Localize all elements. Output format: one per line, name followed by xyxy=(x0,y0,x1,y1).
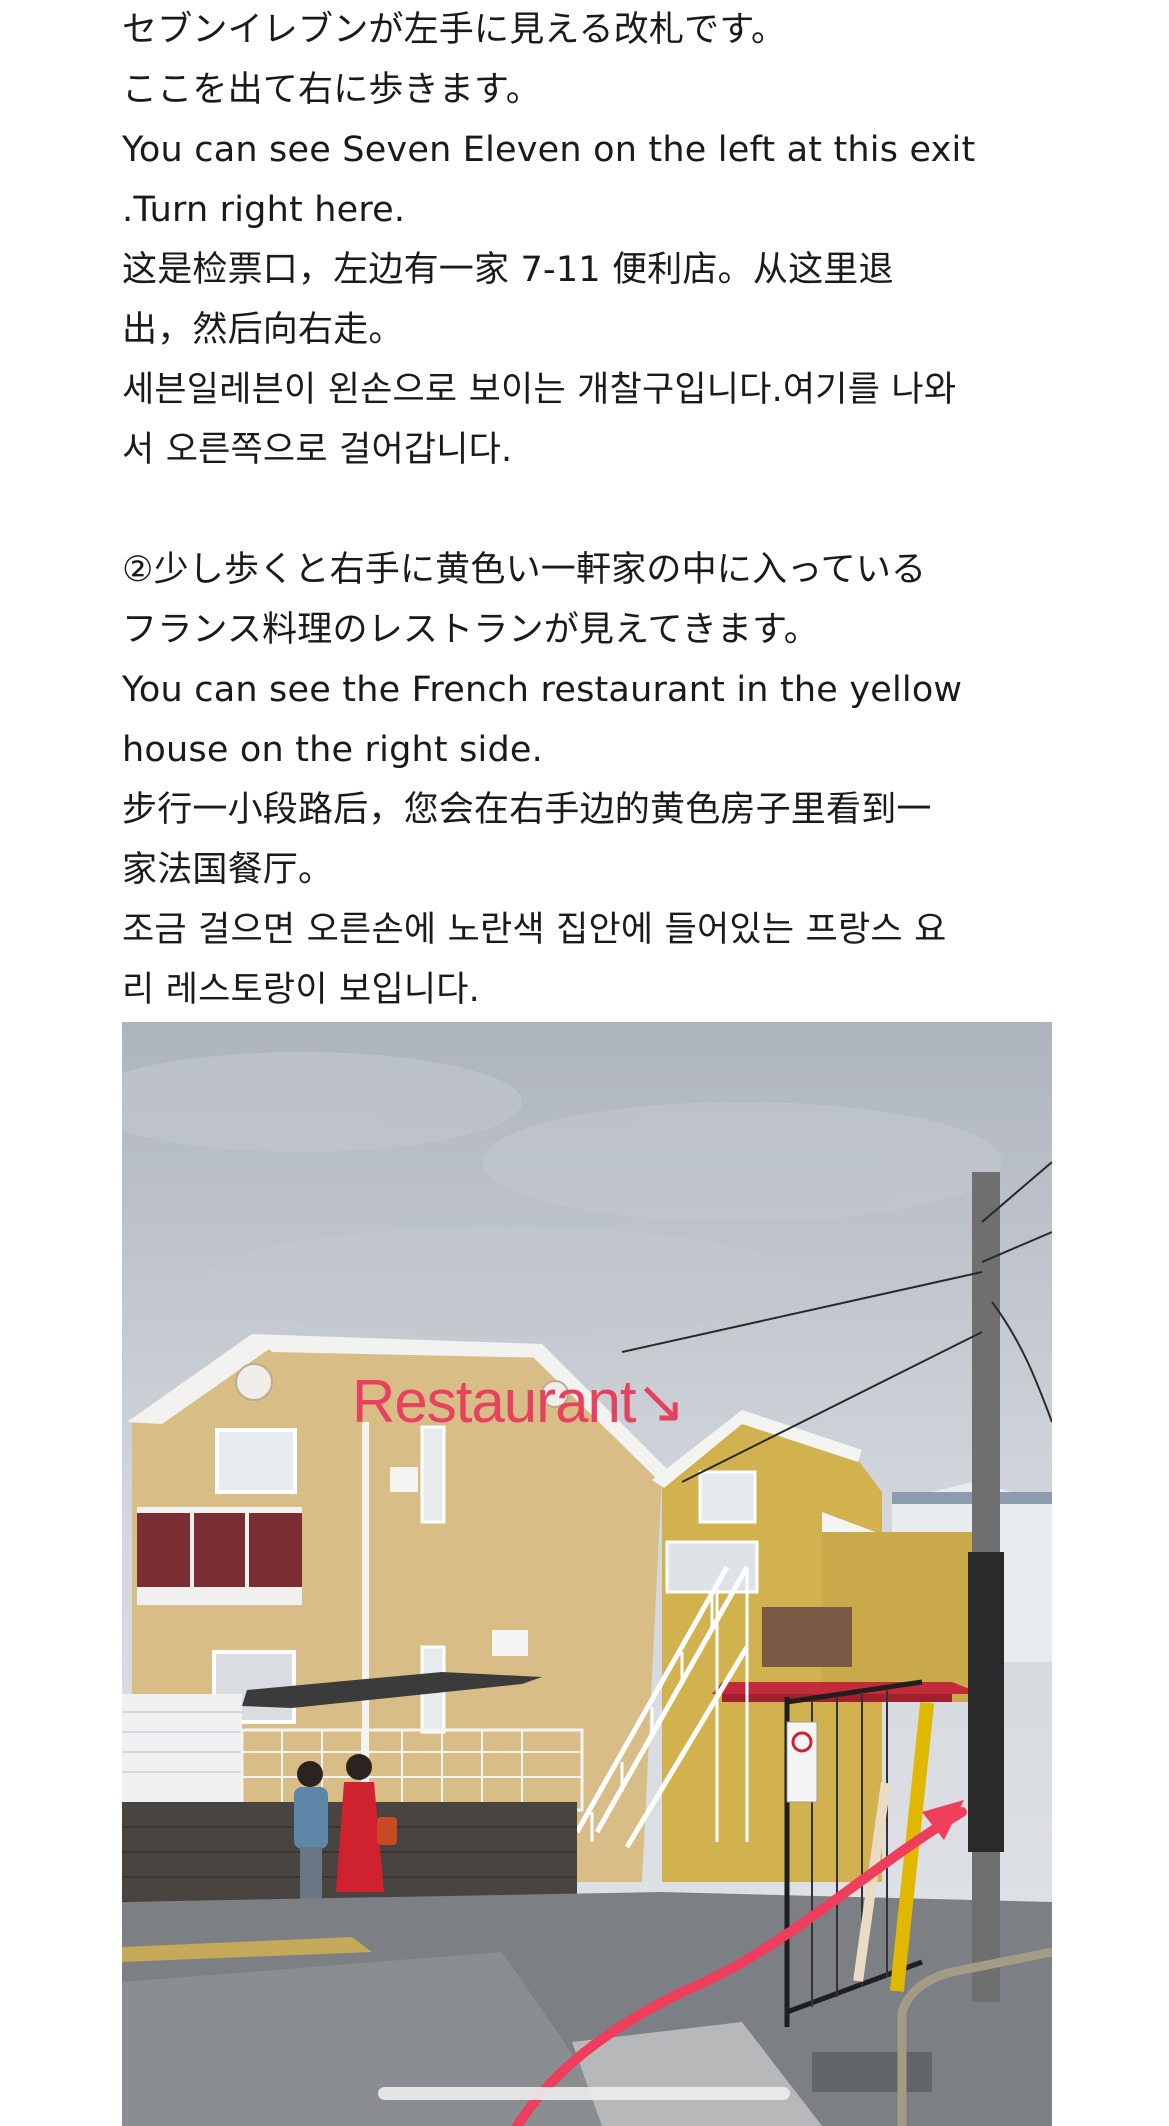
text-line: ②少し歩くと右手に黄色い一軒家の中に入っている xyxy=(122,550,927,590)
text-line: 리 레스토랑이 보입니다. xyxy=(122,970,480,1010)
street-photo[interactable]: Restaurant↘ xyxy=(122,1022,1052,2126)
text-line: .Turn right here. xyxy=(122,190,406,230)
text-line: フランス料理のレストランが見えてきます。 xyxy=(122,610,820,650)
text-line: You can see Seven Eleven on the left at … xyxy=(122,130,976,170)
text-line: 서 오른쪽으로 걸어갑니다. xyxy=(122,430,513,470)
text-line: You can see the French restaurant in the… xyxy=(122,670,963,710)
street-scene-illustration xyxy=(122,1022,1052,2126)
text-line: 出，然后向右走。 xyxy=(122,310,404,350)
home-indicator-bar[interactable] xyxy=(378,2087,790,2100)
text-line: ここを出て右に歩きます。 xyxy=(122,70,541,110)
text-line: セブンイレブンが左手に見える改札です。 xyxy=(122,10,787,50)
text-line: 步行一小段路后，您会在右手边的黄色房子里看到一 xyxy=(122,790,932,830)
text-line: 这是检票口，左边有一家 7-11 便利店。从这里退 xyxy=(122,250,894,290)
restaurant-annotation: Restaurant↘ xyxy=(352,1368,686,1435)
text-line: 家法国餐厅。 xyxy=(122,850,334,890)
text-line: house on the right side. xyxy=(122,730,543,770)
text-line: 세븐일레븐이 왼손으로 보이는 개찰구입니다.여기를 나와 xyxy=(122,370,957,410)
text-line: 조금 걸으면 오른손에 노란색 집안에 들어있는 프랑스 요 xyxy=(122,910,947,950)
article-body: セブンイレブンが左手に見える改札です。 ここを出て右に歩きます。 You can… xyxy=(122,0,1052,1020)
